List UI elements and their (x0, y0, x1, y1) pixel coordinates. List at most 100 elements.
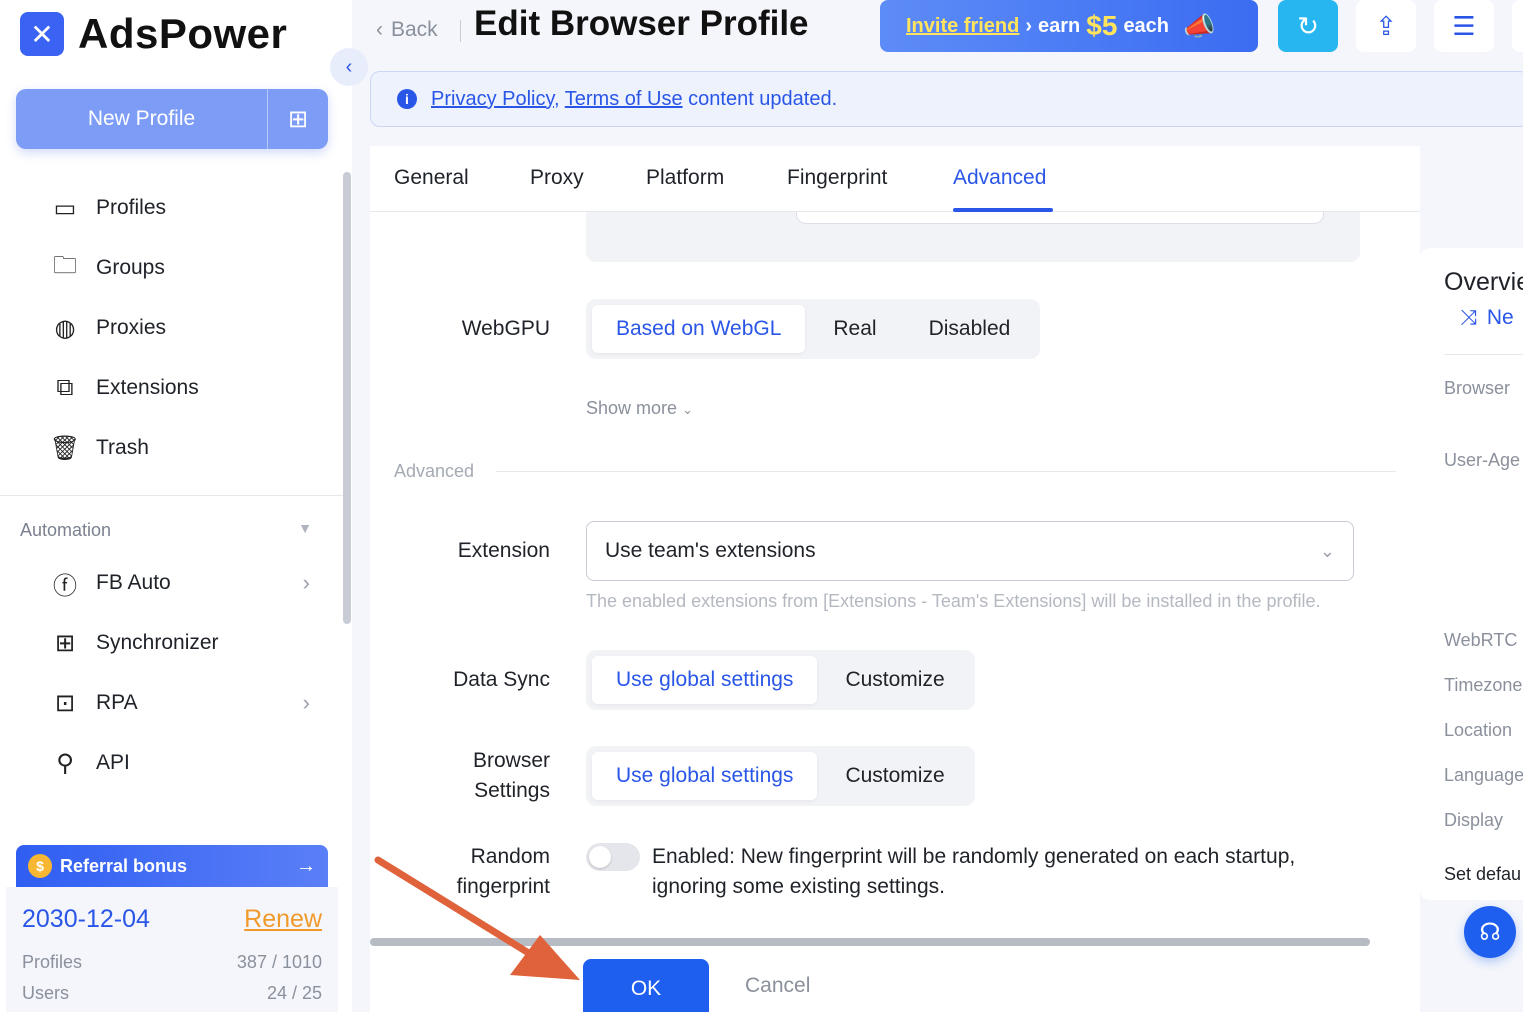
overview-item-timezone: Timezone (1444, 675, 1523, 695)
tab-proxy[interactable]: Proxy (530, 166, 584, 190)
customer-support-button[interactable]: ☊ (1464, 906, 1516, 958)
new-profile-button-group: New Profile ⊞ (16, 89, 328, 149)
page-title: Edit Browser Profile (474, 4, 809, 43)
tab-fingerprint[interactable]: Fingerprint (787, 166, 887, 190)
sidebar-item-extensions[interactable]: ⧉ Extensions (0, 358, 340, 418)
renew-link[interactable]: Renew (244, 905, 322, 934)
info-icon: i (397, 89, 417, 109)
privacy-policy-link[interactable]: Privacy Policy (431, 88, 554, 110)
data-sync-label: Data Sync (453, 668, 550, 691)
invite-earn-text: earn (1038, 14, 1081, 37)
previous-field-input[interactable] (796, 212, 1324, 224)
more-header-button[interactable] (1512, 0, 1523, 52)
upload-button[interactable]: ⇪ (1356, 0, 1416, 52)
show-more-toggle[interactable]: Show more ⌄ (586, 398, 693, 419)
chevron-down-icon: ⌄ (682, 402, 693, 417)
referral-bonus-banner[interactable]: $ Referral bonus → (16, 845, 328, 887)
browser-settings-option-global[interactable]: Use global settings (592, 752, 818, 800)
sidebar-item-proxies[interactable]: ◍ Proxies (0, 298, 340, 358)
batch-add-icon[interactable]: ⊞ (268, 89, 328, 149)
webgpu-option-disabled[interactable]: Disabled (905, 305, 1035, 353)
extension-label: Extension (457, 539, 550, 562)
plug-icon: ⚲ (56, 749, 74, 777)
random-fingerprint-toggle[interactable] (586, 843, 640, 871)
tab-advanced[interactable]: Advanced (953, 166, 1046, 190)
sidebar: ✕ AdsPower New Profile ⊞ ▭ Profiles 🗀 Gr… (0, 0, 352, 1012)
refresh-app-icon: ↻ (1297, 10, 1319, 41)
extension-select[interactable]: Use team's extensions ⌄ (586, 521, 1354, 581)
invite-friend-banner[interactable]: Invite friend › earn $5 each 📣 (880, 0, 1258, 52)
sync-icon: ⊞ (54, 629, 76, 657)
facebook-icon: ⓕ (53, 572, 77, 600)
set-default-link[interactable]: Set defau (1444, 864, 1521, 885)
sidebar-item-label: Profiles (96, 196, 167, 219)
list-icon: ☰ (1452, 10, 1476, 41)
sidebar-item-label: Proxies (96, 316, 167, 339)
webgpu-option-real[interactable]: Real (809, 305, 900, 353)
sidebar-item-rpa[interactable]: ⊡ RPA › (0, 673, 340, 733)
app-shortcut-button[interactable]: ↻ (1278, 0, 1338, 52)
chevron-left-icon: ‹ (376, 18, 383, 41)
data-sync-option-customize[interactable]: Customize (821, 656, 968, 704)
back-label: Back (391, 18, 438, 41)
sidebar-item-label: Extensions (96, 376, 199, 399)
profiles-quota-label: Profiles (22, 952, 83, 972)
previous-field-group (586, 212, 1360, 262)
main-nav: ▭ Profiles 🗀 Groups ◍ Proxies ⧉ Extensio… (0, 178, 340, 478)
sidebar-item-synchronizer[interactable]: ⊞ Synchronizer (0, 613, 340, 673)
new-profile-button[interactable]: New Profile (16, 89, 268, 149)
chevron-right-icon: › (302, 570, 310, 595)
upload-icon: ⇪ (1375, 10, 1397, 41)
overview-item-webrtc: WebRTC (1444, 630, 1518, 650)
back-button[interactable]: ‹ Back (376, 18, 438, 42)
referral-label: Referral bonus (60, 855, 188, 876)
random-fingerprint-label: Random fingerprint (456, 845, 550, 898)
sidebar-item-fb-auto[interactable]: ⓕ FB Auto › (0, 553, 340, 613)
users-quota-label: Users (22, 983, 70, 1003)
ok-button[interactable]: OK (583, 959, 709, 1012)
data-sync-option-global[interactable]: Use global settings (592, 656, 818, 704)
chevron-right-icon: › (302, 690, 310, 715)
chevron-down-icon: ⌄ (1319, 540, 1335, 561)
policy-notice: i Privacy Policy, Terms of Use content u… (370, 71, 1523, 127)
horizontal-scrollbar[interactable] (370, 938, 1370, 946)
sidebar-item-trash[interactable]: 🗑 Trash (0, 418, 340, 478)
show-more-label: Show more (586, 398, 678, 418)
collapse-sidebar-button[interactable]: ‹ (330, 48, 368, 86)
browser-settings-option-customize[interactable]: Customize (821, 752, 968, 800)
overview-title: Overvie (1444, 268, 1523, 296)
cancel-button[interactable]: Cancel (745, 974, 810, 998)
trash-icon: 🗑 (49, 434, 81, 462)
globe-icon: ◍ (54, 314, 76, 342)
sidebar-item-label: Trash (96, 436, 149, 459)
invite-friend-text: Invite friend (906, 14, 1020, 37)
users-quota-value: 24 / 25 (266, 983, 322, 1003)
coin-icon: $ (28, 854, 52, 878)
tab-platform[interactable]: Platform (646, 166, 724, 190)
sidebar-scrollbar[interactable] (343, 172, 351, 624)
sidebar-item-api[interactable]: ⚲ API (0, 733, 340, 793)
caret-down-icon: ▼ (298, 520, 312, 536)
sidebar-item-profiles[interactable]: ▭ Profiles (0, 178, 340, 238)
plan-card: 2030-12-04 Renew Profiles 387 / 1010 Use… (6, 887, 338, 1012)
random-fingerprint-description: Enabled: New fingerprint will be randoml… (652, 845, 1296, 898)
robot-icon: ⊡ (54, 689, 76, 717)
header-divider (460, 20, 461, 42)
logo[interactable]: ✕ AdsPower (20, 10, 287, 58)
tab-general[interactable]: General (394, 166, 469, 190)
overview-item-language: Language (1444, 765, 1523, 785)
webgpu-segmented: Based on WebGL Real Disabled (586, 299, 1041, 359)
adspower-logo-icon: ✕ (20, 12, 64, 56)
overview-item-location: Location (1444, 720, 1513, 740)
sidebar-item-groups[interactable]: 🗀 Groups (0, 238, 340, 298)
terms-of-use-link[interactable]: Terms of Use (565, 88, 683, 110)
shuffle-icon: ⤨ (1460, 306, 1477, 329)
task-list-button[interactable]: ☰ (1434, 0, 1494, 52)
automation-header[interactable]: Automation ▼ (20, 520, 312, 541)
toggle-knob (589, 846, 611, 868)
new-fingerprint-button[interactable]: ⤨ Ne (1460, 306, 1514, 330)
webgpu-option-based-on-webgl[interactable]: Based on WebGL (592, 305, 806, 353)
extension-hint: The enabled extensions from [Extensions … (586, 591, 1321, 611)
webgpu-label: WebGPU (461, 317, 550, 340)
notice-text: content updated. (688, 87, 838, 110)
